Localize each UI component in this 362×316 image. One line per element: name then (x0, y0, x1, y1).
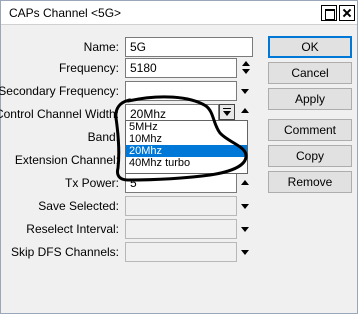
cancel-button[interactable]: Cancel (268, 62, 352, 84)
tx-power-input[interactable]: 5 (125, 173, 237, 193)
dropdown-option-selected[interactable]: 20Mhz (126, 145, 247, 157)
control-channel-width-up-icon[interactable] (241, 108, 249, 113)
name-input[interactable]: 5G (125, 37, 253, 57)
spin-up-icon[interactable] (242, 61, 250, 66)
secondary-frequency-input[interactable] (125, 81, 237, 101)
ok-button[interactable]: OK (268, 36, 352, 58)
close-icon[interactable] (339, 5, 355, 21)
caps-channel-window: CAPs Channel <5G> Name: 5G Frequency: 51… (0, 0, 358, 314)
extension-channel-label: Extension Channel: (14, 153, 119, 167)
tx-power-label: Tx Power: (64, 176, 119, 190)
frequency-spinner[interactable] (239, 58, 253, 78)
tx-power-up-icon[interactable] (241, 180, 249, 185)
apply-button[interactable]: Apply (268, 88, 352, 110)
frequency-input[interactable]: 5180 (125, 58, 237, 78)
secondary-frequency-label: Secondary Frequency: (0, 84, 119, 98)
spin-down-icon[interactable] (242, 69, 250, 74)
reselect-interval-dropdown-icon[interactable] (241, 227, 249, 232)
comment-button[interactable]: Comment (268, 119, 352, 141)
reselect-interval-input[interactable] (125, 219, 237, 239)
window-title: CAPs Channel <5G> (9, 6, 122, 20)
band-label: Band: (87, 130, 119, 144)
save-selected-input[interactable] (125, 196, 237, 216)
skip-dfs-channels-dropdown-icon[interactable] (241, 250, 249, 255)
reselect-interval-label: Reselect Interval: (26, 222, 119, 236)
frequency-label: Frequency: (58, 61, 119, 75)
skip-dfs-channels-input[interactable] (125, 242, 237, 262)
copy-button[interactable]: Copy (268, 145, 352, 167)
dropdown-option[interactable]: 40Mhz turbo (126, 157, 247, 169)
title-bar[interactable]: CAPs Channel <5G> (1, 1, 357, 25)
name-label: Name: (83, 40, 119, 54)
skip-dfs-channels-label: Skip DFS Channels: (10, 245, 119, 259)
dropdown-option[interactable]: 5MHz (126, 121, 247, 133)
restore-icon[interactable] (321, 5, 337, 21)
remove-button[interactable]: Remove (268, 171, 352, 193)
dropdown-toggle-icon[interactable] (219, 104, 235, 120)
save-selected-label: Save Selected: (38, 199, 119, 213)
channel-width-dropdown-list: 5MHz 10Mhz 20Mhz 40Mhz turbo (125, 120, 248, 174)
control-channel-width-label: Control Channel Width: (0, 107, 119, 121)
save-selected-dropdown-icon[interactable] (241, 204, 249, 209)
dropdown-option[interactable]: 10Mhz (126, 133, 247, 145)
secondary-frequency-dropdown-icon[interactable] (241, 89, 249, 94)
